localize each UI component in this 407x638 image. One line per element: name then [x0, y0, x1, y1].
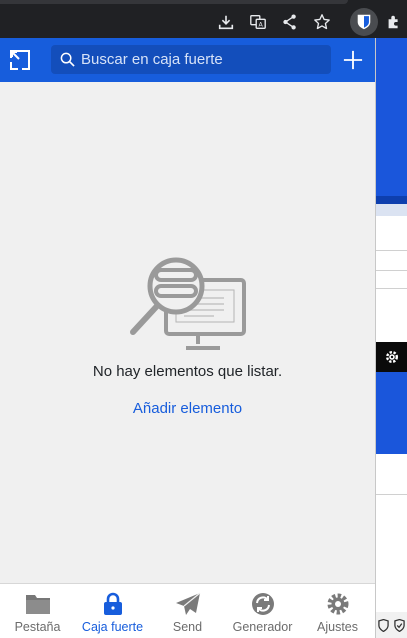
- background-divider: [376, 494, 407, 495]
- tab-label: Caja fuerte: [81, 620, 144, 634]
- add-item-button[interactable]: [341, 48, 365, 72]
- address-bar-edge: [0, 0, 348, 4]
- bookmark-star-icon[interactable]: [312, 12, 332, 32]
- background-taskbar: [376, 612, 407, 638]
- tab-label: Send: [172, 620, 203, 634]
- gear-icon: [327, 593, 348, 615]
- tab-label: Pestaña: [14, 620, 61, 634]
- bitwarden-extension-button[interactable]: [350, 8, 378, 36]
- paper-plane-icon: [175, 592, 200, 615]
- background-banner: [376, 372, 407, 454]
- install-app-icon[interactable]: [216, 12, 236, 32]
- tab-label: Generador: [232, 620, 293, 634]
- plus-icon: [343, 50, 363, 70]
- bottom-tab-bar: Pestaña Caja fuerte Send Generador Ajust…: [0, 583, 375, 638]
- gear-icon: [385, 351, 398, 363]
- tab-generator[interactable]: Generador: [225, 584, 300, 638]
- shield-check-icon: [394, 618, 405, 632]
- search-box[interactable]: [51, 45, 331, 74]
- brave-shield-icon: [378, 618, 389, 632]
- extensions-puzzle-icon[interactable]: [384, 12, 404, 32]
- share-icon[interactable]: [280, 12, 300, 32]
- background-banner: [376, 38, 407, 196]
- background-webpage: [376, 38, 407, 638]
- tab-settings[interactable]: Ajustes: [300, 584, 375, 638]
- background-content: [376, 454, 407, 494]
- search-input[interactable]: [81, 51, 321, 68]
- tab-label: Ajustes: [317, 620, 358, 634]
- pop-out-button[interactable]: [9, 49, 31, 71]
- tab-current-tab[interactable]: Pestaña: [0, 584, 75, 638]
- bitwarden-popup: No hay elementos que listar. Añadir elem…: [0, 38, 376, 638]
- background-divider: [376, 270, 407, 271]
- background-divider: [376, 288, 407, 289]
- screen: A Buscar en caja fuerte No hay elementos…: [0, 0, 407, 638]
- popup-header: [0, 38, 375, 82]
- empty-state-message: No hay elementos que listar.: [92, 363, 283, 380]
- tab-vault[interactable]: Caja fuerte: [75, 584, 150, 638]
- no-items-search-illustration-icon: [130, 257, 246, 350]
- tab-send[interactable]: Send: [150, 584, 225, 638]
- svg-text:A: A: [259, 22, 264, 29]
- folder-icon: [25, 595, 50, 614]
- translate-icon[interactable]: A: [248, 12, 268, 32]
- background-header-row: [376, 204, 407, 216]
- pop-out-icon: [10, 50, 30, 70]
- generate-icon: [251, 593, 274, 615]
- background-divider: [376, 250, 407, 251]
- add-item-link[interactable]: Añadir elemento: [0, 400, 375, 417]
- background-toolbar: [376, 342, 407, 372]
- background-nav-strip: [376, 196, 407, 204]
- lock-icon: [103, 592, 122, 615]
- search-icon: [60, 52, 75, 67]
- bitwarden-shield-icon: [357, 14, 371, 30]
